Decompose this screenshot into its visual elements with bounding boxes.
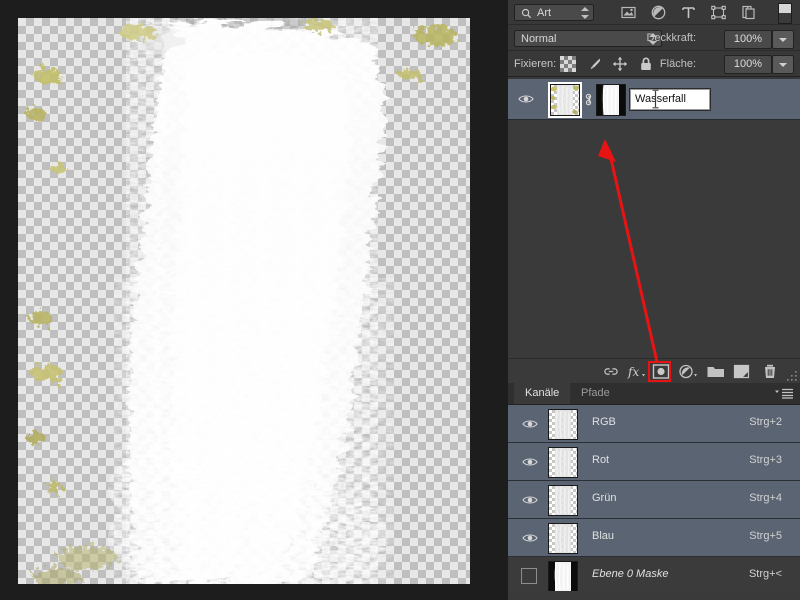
channel-shortcut: Strg+5: [749, 530, 782, 542]
lock-transparency-icon[interactable]: [560, 56, 576, 72]
lock-options-row: Fixieren: Fläche: 100%: [508, 51, 800, 77]
opacity-label: Deckkraft:: [646, 32, 696, 44]
photoshop-window: Art Normal Deckkraft: 100% Fixieren: Flä…: [0, 0, 800, 600]
layer-kind-filter-label: Art: [537, 7, 552, 19]
right-dock: Art Normal Deckkraft: 100% Fixieren: Flä…: [508, 0, 800, 600]
channel-row-grün[interactable]: Grün Strg+4: [508, 481, 800, 519]
channel-shortcut: Strg+3: [749, 454, 782, 466]
lock-label: Fixieren:: [514, 58, 557, 70]
channel-thumbnail[interactable]: [548, 561, 578, 592]
fill-input[interactable]: 100%: [724, 55, 772, 74]
lock-image-icon[interactable]: [586, 56, 602, 72]
new-adjustment-layer-button[interactable]: [678, 363, 698, 380]
channel-row-ebene-0-maske[interactable]: Ebene 0 Maske Strg+<: [508, 557, 800, 595]
channel-visibility-icon[interactable]: [522, 416, 538, 432]
filter-pixel-icon[interactable]: [620, 4, 637, 21]
channel-thumbnail[interactable]: [548, 447, 578, 478]
channel-visibility-icon[interactable]: [522, 530, 538, 546]
channels-bottom-bar: [508, 591, 800, 600]
layer-mask-thumbnail[interactable]: [596, 84, 626, 116]
channel-row-blau[interactable]: Blau Strg+5: [508, 519, 800, 557]
add-layer-mask-highlight: [648, 361, 671, 382]
canvas-area[interactable]: [0, 0, 508, 600]
blend-mode-select[interactable]: Normal: [514, 30, 662, 47]
lock-position-icon[interactable]: [612, 56, 628, 72]
text-cursor-icon: [652, 89, 659, 109]
channel-thumbnail[interactable]: [548, 523, 578, 554]
lock-all-icon[interactable]: [638, 56, 654, 72]
channels-tabbar: Kanäle Pfade: [508, 383, 800, 405]
channel-name: Ebene 0 Maske: [592, 568, 669, 580]
svg-text:fx: fx: [627, 365, 639, 379]
fill-label: Fläche:: [659, 58, 696, 70]
layer-visibility-icon[interactable]: [518, 91, 534, 107]
search-icon: [521, 8, 531, 19]
link-layers-button[interactable]: [602, 363, 620, 380]
document-canvas[interactable]: [18, 18, 470, 584]
fill-dropdown-button[interactable]: [772, 55, 794, 74]
tab-kanaele[interactable]: Kanäle: [514, 383, 571, 404]
filter-shape-icon[interactable]: [710, 4, 727, 21]
filter-type-icon[interactable]: [680, 4, 697, 21]
channel-name: Grün: [592, 492, 617, 504]
layer-list[interactable]: Wasserfall: [508, 79, 800, 359]
channel-shortcut: Strg+2: [749, 416, 782, 428]
opacity-input[interactable]: 100%: [724, 30, 772, 49]
channel-shortcut: Strg+<: [748, 568, 782, 580]
channel-row-rgb[interactable]: RGB Strg+2: [508, 405, 800, 443]
layer-filter-toggle[interactable]: [778, 3, 792, 24]
layers-panel: Art Normal Deckkraft: 100% Fixieren: Flä…: [508, 0, 800, 383]
layer-row-wasserfall[interactable]: Wasserfall: [508, 79, 800, 120]
panel-resize-grip[interactable]: [786, 370, 798, 382]
layer-filter-row: Art: [508, 0, 800, 25]
delete-layer-button[interactable]: [760, 363, 780, 380]
layer-thumbnail[interactable]: [548, 82, 582, 118]
new-group-button[interactable]: [706, 363, 726, 380]
layer-name-input[interactable]: Wasserfall: [630, 89, 710, 110]
filter-adjustment-icon[interactable]: [650, 4, 667, 21]
channel-name: Rot: [592, 454, 610, 466]
channel-name: Blau: [592, 530, 615, 542]
channel-shortcut: Strg+4: [749, 492, 782, 504]
channels-panel: Kanäle Pfade RGB Strg+2 Rot Strg+3 Grün Strg+…: [508, 383, 800, 600]
blend-options-row: Normal Deckkraft: 100%: [508, 25, 800, 51]
layer-kind-filter[interactable]: Art: [514, 4, 594, 21]
channel-visibility-icon[interactable]: [522, 454, 538, 470]
blend-mode-value: Normal: [521, 33, 557, 45]
channel-thumbnail[interactable]: [548, 409, 578, 440]
layer-name-value: Wasserfall: [635, 93, 686, 105]
waterfall-artwork: [26, 18, 458, 584]
tab-pfade[interactable]: Pfade: [570, 383, 621, 404]
kind-stepper-icon[interactable]: [581, 7, 589, 19]
channel-visibility-icon[interactable]: [522, 492, 538, 508]
channel-row-rot[interactable]: Rot Strg+3: [508, 443, 800, 481]
channel-name: RGB: [592, 416, 616, 428]
channels-list[interactable]: RGB Strg+2 Rot Strg+3 Grün Strg+4 Blau Strg+5 Eb…: [508, 405, 800, 595]
filter-smartobject-icon[interactable]: [740, 4, 757, 21]
layer-mask-link-icon[interactable]: [583, 93, 594, 106]
new-layer-button[interactable]: [732, 363, 752, 380]
layer-style-button[interactable]: fx: [626, 363, 646, 380]
panel-menu-icon[interactable]: [774, 388, 794, 399]
opacity-dropdown-button[interactable]: [772, 30, 794, 49]
channel-visibility-checkbox[interactable]: [521, 568, 537, 584]
channel-thumbnail[interactable]: [548, 485, 578, 516]
